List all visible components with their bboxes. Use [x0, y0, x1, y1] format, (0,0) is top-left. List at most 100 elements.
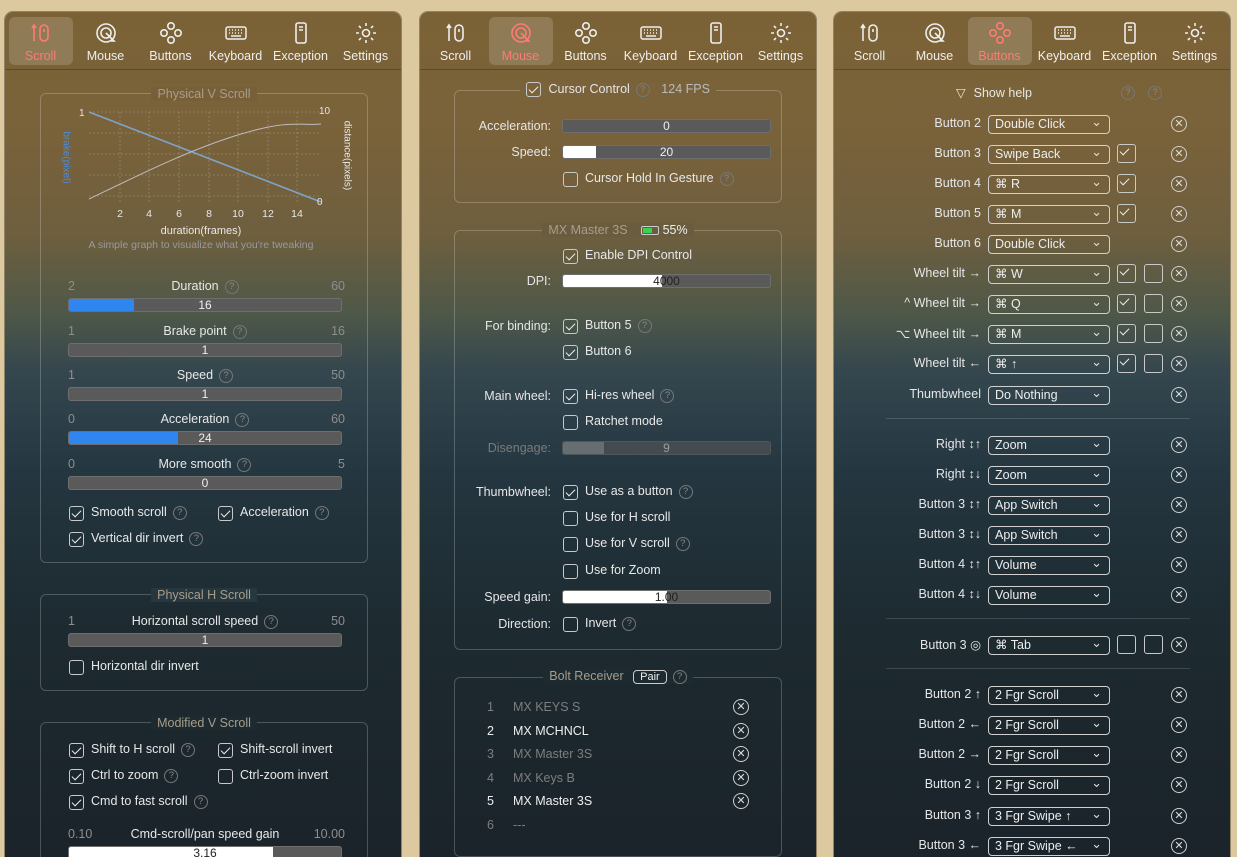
help-icon[interactable]: ? — [189, 531, 204, 546]
remove-icon[interactable]: ✕ — [1171, 497, 1187, 513]
tab-scroll[interactable]: Scroll — [838, 17, 902, 65]
tab-buttons[interactable]: Buttons — [967, 17, 1032, 65]
acceleration-slider[interactable]: 24 — [68, 431, 342, 445]
help-icon[interactable]: ? — [660, 388, 675, 403]
use-h-scroll-checkbox[interactable] — [563, 511, 578, 526]
remove-icon[interactable]: ✕ — [733, 699, 749, 715]
brake-point-slider[interactable]: 1 — [68, 343, 342, 357]
remove-icon[interactable]: ✕ — [1171, 687, 1187, 703]
enable-dpi-checkbox[interactable] — [563, 249, 578, 264]
remove-icon[interactable]: ✕ — [733, 722, 749, 739]
invert-checkbox[interactable] — [563, 617, 578, 632]
action-dropdown[interactable]: Volume — [988, 554, 1110, 575]
help-icon[interactable]: ? — [675, 536, 690, 551]
remove-icon[interactable]: ✕ — [1171, 176, 1187, 192]
remove-icon[interactable]: ✕ — [733, 793, 749, 809]
disengage-slider[interactable]: 9 — [562, 441, 771, 455]
speed-slider[interactable]: 20 — [562, 145, 771, 159]
show-help-toggle[interactable]: ▽ Show help — [956, 85, 1032, 100]
help-icon[interactable]: ? — [672, 669, 687, 684]
tab-settings[interactable]: Settings — [1163, 17, 1227, 65]
help-icon[interactable]: ? — [172, 505, 187, 520]
remove-icon[interactable]: ✕ — [1171, 838, 1187, 854]
help-icon[interactable]: ? — [637, 318, 652, 333]
remove-icon[interactable]: ✕ — [1171, 587, 1187, 603]
use-zoom-checkbox[interactable] — [563, 564, 578, 579]
pair-button[interactable]: Pair — [633, 670, 667, 684]
remove-icon[interactable]: ✕ — [1171, 777, 1187, 793]
modifier-checkbox[interactable] — [1117, 294, 1136, 313]
remove-icon[interactable]: ✕ — [1171, 206, 1187, 222]
remove-icon[interactable]: ✕ — [1171, 266, 1187, 282]
help-icon[interactable]: ? — [164, 768, 179, 783]
shift-scroll-invert-checkbox[interactable] — [218, 743, 233, 758]
help-icon[interactable]: ? — [719, 171, 734, 186]
tab-keyboard[interactable]: Keyboard — [619, 17, 683, 65]
modifier-checkbox[interactable] — [1117, 144, 1136, 163]
dpi-slider[interactable]: 4000 — [562, 274, 771, 288]
tab-buttons[interactable]: Buttons — [554, 17, 618, 65]
action-dropdown[interactable]: ⌘ Tab — [988, 634, 1110, 655]
help-icon[interactable]: ? — [635, 82, 650, 97]
tab-scroll[interactable]: Scroll — [424, 17, 488, 65]
remove-icon[interactable]: ✕ — [733, 746, 749, 762]
help-icon[interactable]: ? — [181, 742, 196, 757]
shift-to-h-scroll-checkbox[interactable] — [69, 743, 84, 758]
help-icon[interactable]: ? — [235, 412, 250, 427]
tab-keyboard[interactable]: Keyboard — [1033, 17, 1097, 65]
remove-icon[interactable]: ✕ — [733, 769, 749, 786]
action-dropdown[interactable]: 3 Fgr Swipe ↑ — [988, 805, 1110, 826]
tab-exception[interactable]: Exception — [1098, 17, 1162, 65]
more-smooth-slider[interactable]: 0 — [68, 476, 342, 490]
help-icon[interactable]: ? — [219, 368, 234, 383]
action-dropdown[interactable]: ⌘ W — [988, 263, 1110, 284]
acceleration-slider[interactable]: 0 — [562, 119, 771, 133]
remove-icon[interactable]: ✕ — [1171, 116, 1187, 132]
tab-exception[interactable]: Exception — [269, 17, 333, 65]
remove-icon[interactable]: ✕ — [1171, 808, 1187, 824]
modifier-checkbox[interactable] — [1144, 294, 1163, 313]
action-dropdown[interactable]: Zoom — [988, 434, 1110, 455]
help-icon[interactable]: ? — [224, 279, 239, 294]
ctrl-zoom-invert-checkbox[interactable] — [218, 769, 233, 784]
modifier-checkbox[interactable] — [1117, 174, 1136, 193]
help-icon[interactable]: ? — [264, 614, 279, 629]
action-dropdown[interactable]: ⌘ M — [988, 203, 1110, 224]
help-icon[interactable]: ? — [622, 616, 637, 631]
remove-icon[interactable]: ✕ — [1171, 467, 1187, 483]
modifier-checkbox[interactable] — [1144, 324, 1163, 343]
action-dropdown[interactable]: App Switch — [988, 494, 1110, 515]
tab-settings[interactable]: Settings — [749, 17, 813, 65]
action-dropdown[interactable]: 2 Fgr Scroll — [988, 684, 1110, 705]
help-icon[interactable]: ? — [193, 794, 208, 809]
ratchet-mode-checkbox[interactable] — [563, 415, 578, 430]
action-dropdown[interactable]: App Switch — [988, 524, 1110, 545]
use-v-scroll-checkbox[interactable] — [563, 537, 578, 552]
help-icon[interactable]: ? — [314, 505, 329, 520]
help-icon[interactable]: ? — [1148, 86, 1162, 100]
action-dropdown[interactable]: Do Nothing — [988, 384, 1110, 405]
modifier-checkbox[interactable] — [1144, 635, 1163, 654]
remove-icon[interactable]: ✕ — [1171, 637, 1187, 653]
remove-icon[interactable]: ✕ — [1171, 717, 1187, 733]
remove-icon[interactable]: ✕ — [1171, 527, 1187, 543]
modifier-checkbox[interactable] — [1117, 354, 1136, 373]
help-icon[interactable]: ? — [232, 324, 247, 339]
action-dropdown[interactable]: Zoom — [988, 464, 1110, 485]
speed-gain-slider[interactable]: 1.00 — [562, 590, 771, 604]
speed-slider[interactable]: 1 — [68, 387, 342, 401]
modifier-checkbox[interactable] — [1117, 635, 1136, 654]
action-dropdown[interactable]: 3 Fgr Swipe ← — [988, 835, 1110, 856]
modifier-checkbox[interactable] — [1117, 204, 1136, 223]
remove-icon[interactable]: ✕ — [1171, 236, 1187, 252]
action-dropdown[interactable]: Swipe Back — [988, 143, 1110, 164]
action-dropdown[interactable]: Double Click — [988, 113, 1110, 134]
tab-mouse[interactable]: Mouse — [903, 17, 967, 65]
tab-buttons[interactable]: Buttons — [139, 17, 203, 65]
vertical-dir-invert-checkbox[interactable] — [69, 532, 84, 547]
ctrl-to-zoom-checkbox[interactable] — [69, 769, 84, 784]
tab-scroll[interactable]: Scroll — [8, 17, 73, 65]
hires-wheel-checkbox[interactable] — [563, 389, 578, 404]
action-dropdown[interactable]: Volume — [988, 584, 1110, 605]
modifier-checkbox[interactable] — [1144, 354, 1163, 373]
